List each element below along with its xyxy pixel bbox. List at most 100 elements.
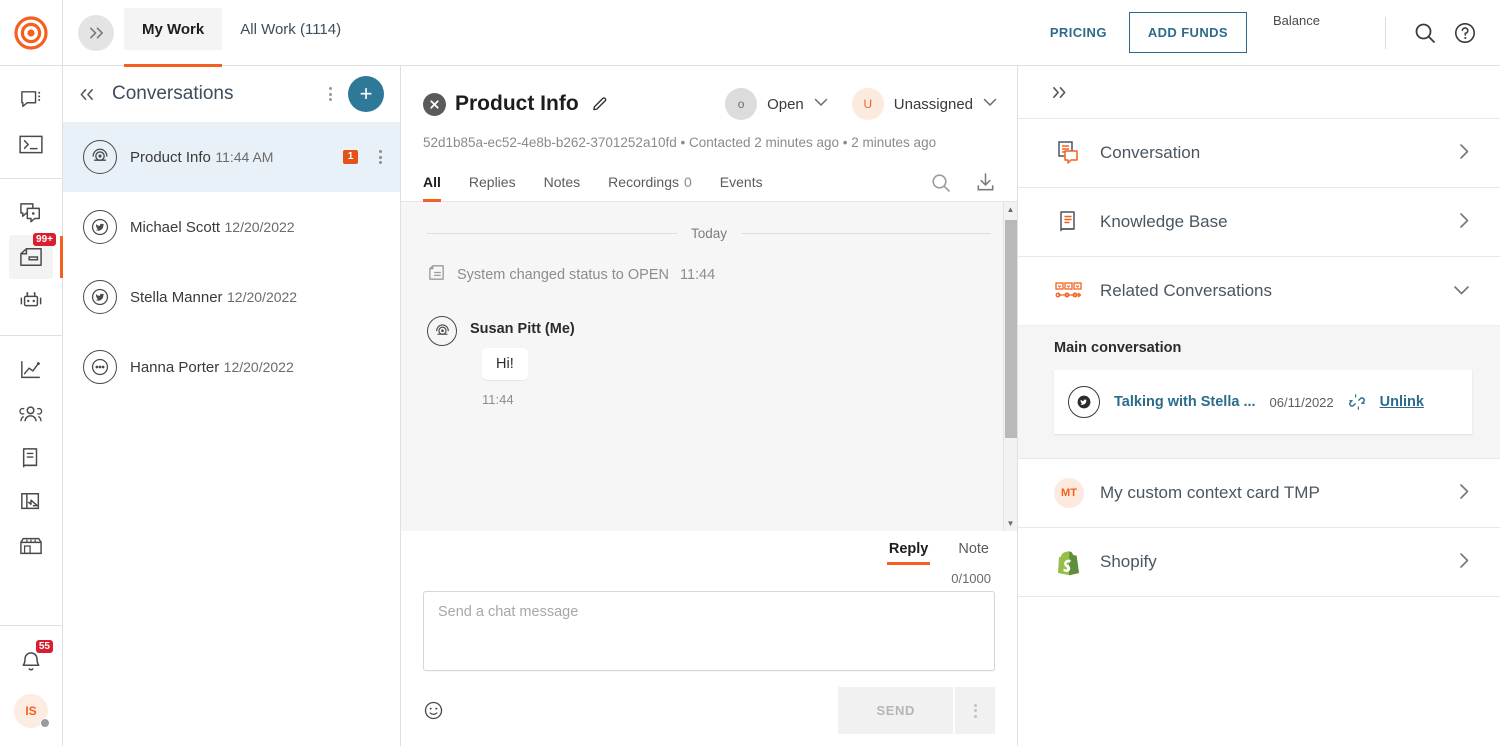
chevron-down-icon [814, 98, 828, 110]
day-separator: Today [427, 226, 991, 241]
bell-badge: 55 [36, 640, 53, 653]
routing-icon[interactable] [9, 480, 53, 524]
knowledge-book-icon[interactable] [9, 436, 53, 480]
conversation-list-title: Conversations [112, 83, 313, 105]
kebab-menu-icon[interactable] [323, 83, 338, 105]
custom-card-initials: MT [1054, 478, 1084, 508]
scroll-down-arrow-icon[interactable]: ▼ [1007, 519, 1015, 528]
send-button[interactable]: SEND [838, 687, 953, 734]
list-item-text: Product Info 11:44 AM [130, 147, 330, 168]
shopify-bag-icon [1054, 548, 1084, 576]
copy-conversation-icon[interactable] [9, 191, 53, 235]
assignee-dropdown[interactable]: U Unassigned [852, 88, 997, 120]
pencil-edit-icon[interactable] [591, 95, 610, 114]
chevron-right-icon [1459, 483, 1470, 504]
app-logo-target-icon[interactable] [0, 0, 63, 66]
list-item-name: Stella Manner [130, 289, 223, 306]
related-conversation-title[interactable]: Talking with Stella ... [1114, 394, 1256, 410]
tab-replies[interactable]: Replies [469, 164, 516, 201]
context-panel: Conversation Knowledge Base [1018, 66, 1500, 746]
message-input[interactable]: Send a chat message [423, 591, 995, 671]
double-chevron-left-icon[interactable] [77, 87, 96, 102]
tab-my-work-label: My Work [142, 21, 204, 38]
status-dropdown[interactable]: o Open [725, 88, 828, 120]
system-event-row: System changed status to OPEN 11:44 [427, 263, 991, 286]
notifications-bell-icon[interactable]: 55 [9, 640, 53, 684]
top-divider [1385, 17, 1386, 49]
message-author: Susan Pitt (Me) [470, 321, 575, 337]
tab-events[interactable]: Events [720, 164, 763, 201]
conversation-list-panel: Conversations + Product Info 11:44 AM 1 [63, 66, 401, 746]
message-time: 11:44 [482, 392, 575, 407]
top-bar: My Work All Work (1114) PRICING ADD FUND… [63, 0, 1500, 66]
download-icon[interactable] [974, 171, 997, 194]
system-event-text: System changed status to OPEN [457, 267, 669, 283]
scrollbar-thumb[interactable] [1005, 220, 1017, 438]
list-item-name: Hanna Porter [130, 359, 219, 376]
chevron-down-icon [983, 98, 997, 110]
list-item-date: 12/20/2022 [224, 359, 294, 375]
related-conversation-card[interactable]: Talking with Stella ... 06/11/2022 Unlin… [1054, 370, 1472, 434]
unlink-link[interactable]: Unlink [1380, 394, 1424, 410]
chevron-right-icon [1459, 212, 1470, 233]
double-chevron-right-icon[interactable] [78, 15, 114, 51]
assignee-label: Unassigned [894, 96, 973, 113]
send-options-icon[interactable] [955, 687, 995, 734]
knowledge-book-icon [1054, 209, 1084, 235]
storefront-icon[interactable] [9, 524, 53, 568]
close-circle-icon[interactable] [423, 93, 446, 116]
list-item-text: Hanna Porter 12/20/2022 [130, 357, 390, 378]
tab-events-label: Events [720, 174, 763, 190]
list-item[interactable]: Michael Scott 12/20/2022 [63, 192, 400, 262]
list-item[interactable]: Hanna Porter 12/20/2022 [63, 332, 400, 402]
unread-badge: 1 [343, 150, 358, 164]
list-item-menu-icon[interactable] [371, 146, 390, 168]
context-card-shopify[interactable]: Shopify [1018, 527, 1500, 596]
tab-all[interactable]: All [423, 164, 441, 201]
emoji-smiley-icon[interactable] [423, 700, 444, 721]
conversation-panel: Product Info o Open [401, 66, 1018, 746]
related-section-title: Main conversation [1054, 340, 1472, 356]
analytics-icon[interactable] [9, 348, 53, 392]
tab-recordings[interactable]: Recordings0 [608, 164, 692, 201]
messaging-icon [83, 350, 117, 384]
tab-notes[interactable]: Notes [544, 164, 581, 201]
search-icon[interactable] [1408, 16, 1442, 50]
add-funds-button[interactable]: ADD FUNDS [1129, 12, 1247, 53]
list-item-date: 12/20/2022 [225, 219, 295, 235]
help-circle-icon[interactable] [1448, 16, 1482, 50]
user-avatar[interactable]: IS [14, 694, 48, 728]
bot-icon[interactable] [9, 279, 53, 323]
tab-recordings-label: Recordings [608, 174, 679, 190]
context-card-conversation[interactable]: Conversation [1018, 118, 1500, 187]
context-card-related-conversations[interactable]: Related Conversations [1018, 256, 1500, 325]
tab-reply[interactable]: Reply [889, 541, 929, 565]
search-icon[interactable] [930, 172, 952, 194]
message-row: Susan Pitt (Me) Hi! 11:44 [427, 316, 991, 407]
scroll-up-arrow-icon[interactable]: ▲ [1007, 205, 1015, 214]
contacts-icon[interactable] [9, 392, 53, 436]
plus-icon[interactable]: + [348, 76, 384, 112]
broken-link-icon[interactable] [1348, 393, 1366, 411]
context-card-knowledge-base[interactable]: Knowledge Base [1018, 187, 1500, 256]
app-root: 99+ [0, 0, 1500, 746]
thread-scrollbar[interactable]: ▲ ▼ [1003, 202, 1017, 531]
list-item[interactable]: Product Info 11:44 AM 1 [63, 122, 400, 192]
chat-options-icon[interactable] [9, 78, 53, 122]
list-item[interactable]: Stella Manner 12/20/2022 [63, 262, 400, 332]
tab-note[interactable]: Note [958, 541, 989, 565]
context-card-custom[interactable]: MT My custom context card TMP [1018, 458, 1500, 527]
tab-my-work[interactable]: My Work [124, 8, 222, 50]
message-composer: Reply Note 0/1000 Send a chat message SE… [401, 531, 1017, 746]
message-tabs: All Replies Notes Recordings0 Events [401, 164, 1017, 202]
double-chevron-right-icon[interactable] [1050, 85, 1069, 100]
chevron-right-icon [1459, 552, 1470, 573]
char-counter: 0/1000 [423, 571, 991, 586]
console-icon[interactable] [9, 122, 53, 166]
page-title: Product Info [455, 92, 579, 116]
tab-all-work[interactable]: All Work (1114) [222, 8, 359, 50]
tab-replies-label: Replies [469, 174, 516, 190]
pricing-link[interactable]: PRICING [1050, 25, 1107, 40]
inbox-icon[interactable]: 99+ [9, 235, 53, 279]
related-conversations-body: Main conversation Talking with Stella ..… [1018, 325, 1500, 458]
